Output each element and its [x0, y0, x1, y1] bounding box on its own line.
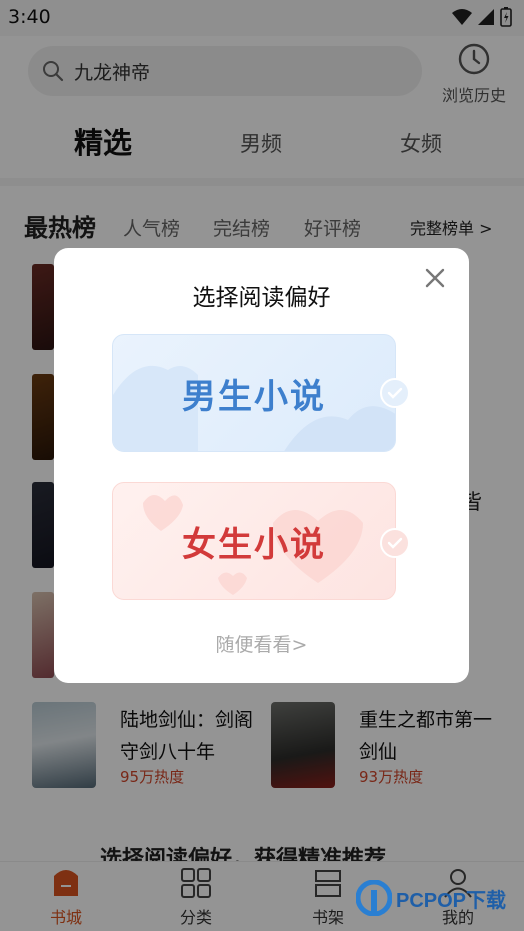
female-check-icon: [380, 528, 410, 558]
browse-link[interactable]: 随便看看>: [54, 630, 469, 657]
pcpop-logo-icon: [356, 880, 392, 916]
male-novel-option[interactable]: 男生小说: [112, 334, 396, 452]
male-novel-label: 男生小说: [182, 377, 326, 417]
watermark-text: PCPOP下载: [396, 889, 507, 912]
close-icon[interactable]: [421, 264, 449, 292]
female-novel-option[interactable]: 女生小说: [112, 482, 396, 600]
female-novel-label: 女生小说: [182, 525, 326, 565]
male-check-icon: [380, 378, 410, 408]
watermark: PCPOP下载: [356, 878, 506, 918]
preference-dialog: 选择阅读偏好 男生小说 女生小说 随便看看>: [54, 248, 469, 683]
dialog-title: 选择阅读偏好: [192, 285, 331, 311]
